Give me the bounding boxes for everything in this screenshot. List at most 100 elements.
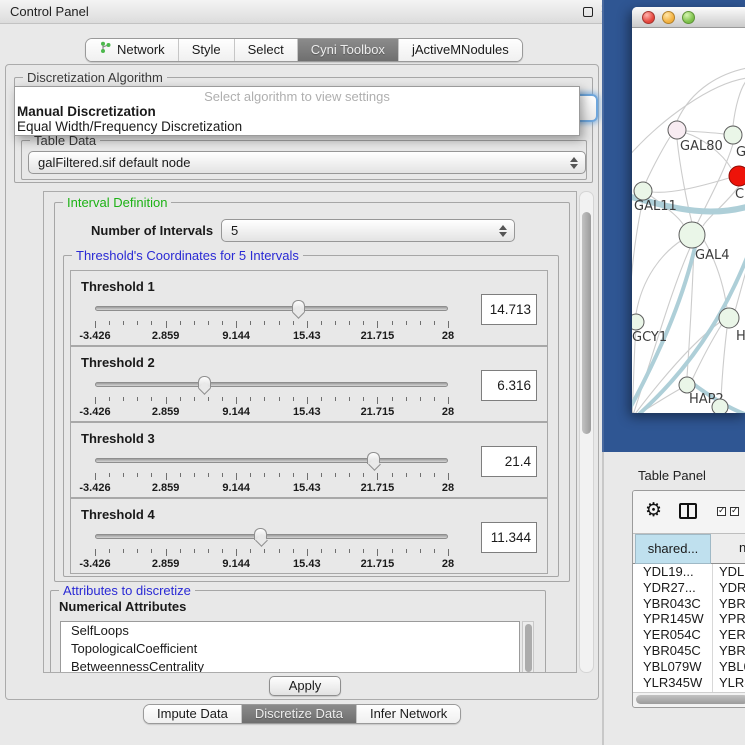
column-header-shared[interactable]: shared... [635, 534, 711, 564]
tick-mark [109, 473, 110, 477]
table-row[interactable]: YDR27...YDR2 [633, 580, 745, 596]
slider-track[interactable] [95, 306, 448, 311]
table-hscrollbar-thumb[interactable] [636, 695, 745, 704]
dropdown-options: Manual DiscretizationEqual Width/Frequen… [15, 104, 579, 134]
threshold-panel-3: Threshold 3-3.4262.8599.14415.4321.71528… [70, 422, 548, 498]
tick-mark [222, 549, 223, 553]
table-header: shared... na [633, 534, 745, 564]
network-node-gcy1[interactable] [632, 314, 644, 330]
close-traffic-light[interactable] [642, 11, 655, 24]
table-row[interactable]: YPR145WYPR1 [633, 611, 745, 627]
network-node-c[interactable] [729, 166, 745, 186]
attribute-item-topologicalcoefficient[interactable]: TopologicalCoefficient [61, 640, 519, 658]
slider-handle[interactable] [367, 452, 380, 464]
tick-label: 28 [442, 558, 454, 570]
tab-cyni-toolbox[interactable]: Cyni Toolbox [298, 39, 399, 61]
tick-mark [406, 397, 407, 401]
threshold-slider[interactable] [95, 375, 448, 397]
slider-ticks [95, 321, 448, 329]
checkbox-icon[interactable] [717, 507, 726, 516]
number-of-intervals-combobox[interactable]: 5 [221, 219, 515, 242]
attributes-scrollbar-thumb[interactable] [525, 624, 532, 672]
slider-tick-labels: -3.4262.8599.14415.4321.71528 [95, 558, 448, 570]
network-window[interactable]: GAL80GACGAL11GAL4GCY1HHAP2 [632, 7, 745, 413]
network-node[interactable] [712, 399, 728, 413]
table-row[interactable]: YLR345WYLR3 [633, 675, 745, 691]
threshold-slider[interactable] [95, 299, 448, 321]
tick-label: 2.859 [152, 558, 180, 570]
zoom-traffic-light[interactable] [682, 11, 695, 24]
tab-impute-data[interactable]: Impute Data [144, 705, 242, 723]
tab-infer-network[interactable]: Infer Network [357, 705, 460, 723]
slider-handle[interactable] [254, 528, 267, 540]
apply-button[interactable]: Apply [269, 676, 341, 696]
dropdown-option-equal-width-frequency-discretization[interactable]: Equal Width/Frequency Discretization [15, 119, 579, 134]
minimize-traffic-light[interactable] [662, 11, 675, 24]
table-row[interactable]: YER054CYER0 [633, 627, 745, 643]
tab-style[interactable]: Style [179, 39, 235, 61]
tick-label: 9.144 [222, 482, 250, 494]
tick-mark [377, 473, 378, 480]
tick-mark [448, 321, 449, 328]
thresholds-group-title: Threshold's Coordinates for 5 Intervals [72, 248, 303, 263]
panel-scrollbar-thumb[interactable] [582, 212, 591, 434]
attributes-scrollbar[interactable] [522, 621, 534, 673]
table-data-combobox[interactable]: galFiltered.sif default node [28, 151, 586, 174]
table-row[interactable]: YBL079WYBL0 [633, 659, 745, 675]
table-hscrollbar[interactable] [633, 692, 745, 706]
network-node-hap2[interactable] [679, 377, 695, 393]
attribute-item-selfloops[interactable]: SelfLoops [61, 622, 519, 640]
gear-icon[interactable]: ⚙ [645, 499, 662, 522]
network-canvas[interactable]: GAL80GACGAL11GAL4GCY1HHAP2 [632, 28, 745, 413]
slider-ticks [95, 397, 448, 405]
tab-jactivemnodules[interactable]: jActiveMNodules [399, 39, 522, 61]
tick-mark [293, 321, 294, 325]
tick-mark [250, 473, 251, 477]
slider-track[interactable] [95, 458, 448, 463]
tick-mark [293, 397, 294, 401]
tick-mark [180, 549, 181, 553]
threshold-value-field[interactable]: 14.713 [481, 294, 537, 325]
node-label: GAL11 [634, 199, 677, 214]
tick-mark [166, 473, 167, 480]
float-window-icon[interactable] [583, 7, 593, 17]
threshold-slider[interactable] [95, 451, 448, 473]
tick-mark [95, 321, 96, 328]
threshold-slider[interactable] [95, 527, 448, 549]
tab-select[interactable]: Select [235, 39, 298, 61]
network-node-ga[interactable] [724, 126, 742, 144]
threshold-value-field[interactable]: 21.4 [481, 446, 537, 477]
dropdown-option-manual-discretization[interactable]: Manual Discretization [15, 104, 579, 119]
tick-label: 15.43 [293, 330, 321, 342]
network-node-gal4[interactable] [679, 222, 705, 248]
table-panel-title: Table Panel [638, 468, 706, 483]
network-node-gal11[interactable] [634, 182, 652, 200]
slider-track[interactable] [95, 382, 448, 387]
tab-network[interactable]: Network [86, 39, 179, 61]
table-row[interactable]: YBR045CYBR0 [633, 643, 745, 659]
threshold-value-field[interactable]: 6.316 [481, 370, 537, 401]
split-columns-icon[interactable] [679, 503, 697, 519]
threshold-panel-1: Threshold 1-3.4262.8599.14415.4321.71528… [70, 270, 548, 346]
tick-label: 9.144 [222, 558, 250, 570]
combo-spinner-icon [499, 225, 507, 237]
slider-handle[interactable] [292, 300, 305, 312]
network-node-h[interactable] [719, 308, 739, 328]
tick-mark [406, 321, 407, 325]
threshold-value-field[interactable]: 11.344 [481, 522, 537, 553]
panel-scrollbar[interactable] [579, 191, 594, 673]
number-of-intervals-label: Number of Intervals [91, 223, 213, 238]
attribute-item-betweennesscentrality[interactable]: BetweennessCentrality [61, 658, 519, 673]
tick-mark [307, 397, 308, 404]
tick-mark [321, 473, 322, 477]
table-row[interactable]: YDL19...YDL1 [633, 564, 745, 580]
tick-mark [222, 321, 223, 325]
network-node-gal80[interactable] [668, 121, 686, 139]
slider-handle[interactable] [198, 376, 211, 388]
tick-mark [137, 321, 138, 325]
column-header-name[interactable]: na [713, 534, 745, 564]
table-row[interactable]: YBR043CYBR0 [633, 596, 745, 612]
slider-track[interactable] [95, 534, 448, 539]
tab-discretize-data[interactable]: Discretize Data [242, 705, 357, 723]
checkbox-icon[interactable] [730, 507, 739, 516]
